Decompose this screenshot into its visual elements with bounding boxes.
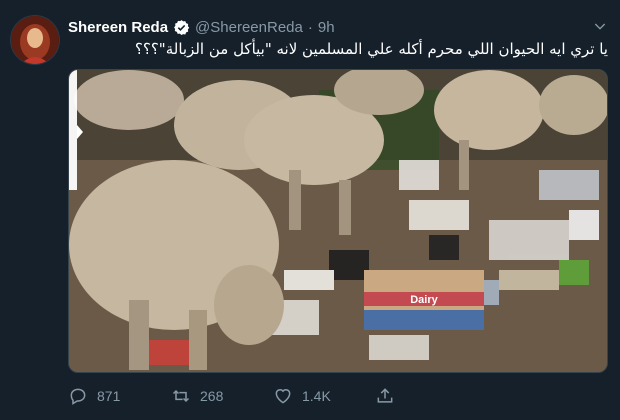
reply-count: 871 xyxy=(97,388,121,404)
retweet-button[interactable]: 268 xyxy=(171,386,223,406)
reply-button[interactable]: 871 xyxy=(68,386,120,406)
tweet-timestamp[interactable]: 9h xyxy=(318,19,335,36)
user-handle[interactable]: @ShereenReda xyxy=(195,19,303,36)
tweet-image[interactable]: Dairy xyxy=(68,69,608,373)
share-icon xyxy=(377,388,393,403)
tweet-actions: 871 268 1.4K xyxy=(68,386,468,410)
avatar[interactable] xyxy=(10,15,60,65)
verified-badge-icon xyxy=(173,19,190,36)
heart-icon xyxy=(275,389,291,404)
tweet: Shereen Reda @ShereenReda · 9h يا تري اي… xyxy=(0,0,620,420)
share-button[interactable] xyxy=(375,386,395,406)
retweet-count: 268 xyxy=(200,388,224,404)
tweet-text: يا تري ايه الحيوان اللي محرم أكله علي ال… xyxy=(134,40,608,58)
separator-dot: · xyxy=(307,18,313,36)
retweet-icon xyxy=(172,389,190,403)
like-count: 1.4K xyxy=(302,388,331,404)
display-name[interactable]: Shereen Reda xyxy=(68,19,168,36)
like-button[interactable]: 1.4K xyxy=(273,386,331,406)
chevron-down-icon[interactable] xyxy=(592,18,608,34)
box-label: Dairy xyxy=(410,294,438,306)
reply-icon xyxy=(70,388,86,405)
tweet-header: Shereen Reda @ShereenReda · 9h xyxy=(68,16,335,38)
